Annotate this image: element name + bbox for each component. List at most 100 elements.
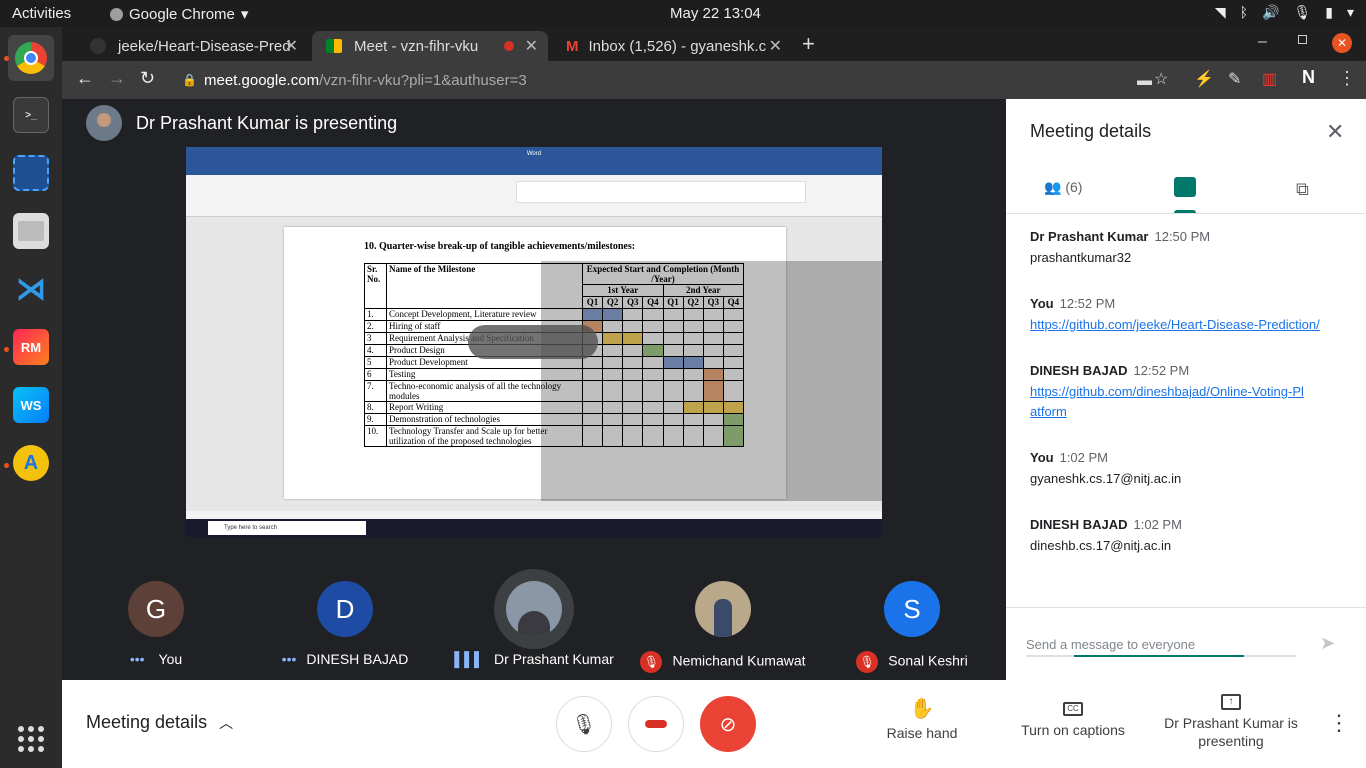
vscode-icon[interactable]: ⋊ [13,271,49,307]
audio-level-icon: ••• [129,651,145,667]
wifi-icon: ◥ [1214,4,1226,20]
browser-menu-icon[interactable]: ⋮ [1338,68,1356,89]
input-focus-underline [1074,655,1244,657]
android-studio-icon[interactable]: A [13,445,49,481]
hand-icon: ✋ [909,698,935,720]
reload-icon[interactable]: ↻ [140,68,155,89]
chat-link[interactable]: https://github.com/dineshbajad/Online-Vo… [1030,384,1304,419]
rubymine-icon[interactable]: RM [13,329,49,365]
close-tab-icon[interactable]: ✕ [769,36,782,56]
shapes-icon: ⧉ [1296,179,1309,199]
extension-icon[interactable]: ⚡ [1194,69,1214,89]
microphone-icon: 🎙 [571,713,597,736]
word-status-bar [186,511,882,519]
panel-title: Meeting details [1030,121,1152,141]
address-bar[interactable]: 🔒 meet.google.com/vzn-fihr-vku?pli=1&aut… [170,66,1180,94]
gmail-icon: M [566,37,579,55]
participant-tile[interactable]: D ••• DINESH BAJAD [255,569,435,679]
system-tray[interactable]: ◥ ᛒ 🔊 🎙 ▮ ▾ [1215,4,1354,21]
tab-activities[interactable]: ⧉ [1296,179,1309,200]
table-header: Sr. No. [364,263,387,309]
participant-strip: G ••• You D ••• DINESH BAJAD ▌▌▌ Dr Prashan… [62,569,1006,679]
forward-icon[interactable]: → [108,68,126,89]
clock[interactable]: May 22 13:04 [670,5,761,22]
camera-icon[interactable]: ▬ [1137,72,1152,89]
screenshot-toolbar[interactable] [468,325,598,359]
close-window-icon[interactable]: ✕ [1332,33,1352,53]
avatar: G [128,581,184,637]
camera-button[interactable]: ⊘ [700,696,756,752]
tab-meet[interactable]: Meet - vzn-fihr-vku ✕ [312,31,548,61]
muted-mic-icon: 🎙 [640,651,663,673]
chat-link[interactable]: https://github.com/jeeke/Heart-Disease-P… [1030,317,1320,332]
back-icon[interactable]: ← [76,68,94,89]
new-tab-icon[interactable]: + [802,31,815,57]
close-tab-icon[interactable]: ✕ [525,36,538,56]
screenshot-tool-icon[interactable] [13,155,49,191]
app-menu[interactable]: Google Chrome ▾ [110,5,248,23]
avatar [494,569,574,649]
minimize-icon[interactable]: – [1258,33,1267,51]
close-panel-icon[interactable]: ✕ [1326,119,1344,145]
activities-button[interactable]: Activities [12,5,71,22]
terminal-icon[interactable]: >_ [13,97,49,133]
avatar [695,581,751,637]
raise-hand-button[interactable]: ✋ Raise hand [874,696,970,741]
present-screen-icon: ↑ [1221,694,1241,710]
chat-message: You 1:02 PM gyaneshk.cs.17@nitj.ac.in [1030,450,1182,486]
tab-github[interactable]: jeeke/Heart-Disease-Pred ✕ [76,31,308,61]
screen-overlay [541,261,882,501]
word-title-bar: Word [186,147,882,161]
presenter-avatar [86,105,122,141]
captions-button[interactable]: CC Turn on captions [1012,696,1134,738]
camera-off-icon: ⊘ [719,713,737,736]
running-indicator [4,463,9,468]
show-applications-icon[interactable] [18,726,44,752]
webstorm-icon[interactable]: WS [13,387,49,423]
people-icon: 👥 [1044,179,1062,195]
send-icon[interactable]: ➤ [1320,633,1335,654]
leave-call-button[interactable] [628,696,684,752]
restore-icon[interactable] [1298,35,1307,44]
dock: >_ ⋊ RM WS A [0,27,62,768]
tab-chat[interactable] [1174,177,1196,202]
panel-divider [1006,213,1366,214]
files-icon[interactable] [13,213,49,249]
participant-tile[interactable]: S 🎙 Sonal Keshri [822,569,1002,679]
tab-gmail[interactable]: M Inbox (1,526) - gyaneshk.c ✕ [552,31,792,61]
github-icon [90,38,106,54]
profile-icon[interactable]: N [1302,67,1315,88]
participant-tile[interactable]: ▌▌▌ Dr Prashant Kumar [444,569,624,679]
microphone-button[interactable]: 🎙 [556,696,612,752]
more-options-icon[interactable]: ⋮ [1328,710,1350,736]
extension-icon[interactable]: ▥ [1262,69,1277,89]
meeting-details-toggle[interactable]: Meeting details ︿ [86,712,233,733]
shared-screen[interactable]: Word 10. Quarter-wise break-up of tangib… [186,147,882,537]
chat-input[interactable]: Send a message to everyone [1026,631,1296,657]
extension-icon[interactable]: ✎ [1228,69,1241,89]
presenter-banner: Dr Prashant Kumar is presenting [86,105,397,141]
chat-message: DINESH BAJAD 1:02 PM dineshb.cs.17@nitj.a… [1030,517,1182,553]
windows-taskbar: Type here to search [186,519,882,537]
browser-tab-bar: jeeke/Heart-Disease-Pred ✕ Meet - vzn-fi… [62,27,1366,61]
participant-tile[interactable]: G ••• You [66,569,246,679]
meet-icon [326,39,342,53]
audio-level-icon: ••• [281,651,297,667]
caret-down-icon: ▾ [240,6,249,23]
mic-icon: 🎙 [1293,4,1312,20]
meeting-controls: Meeting details ︿ 🎙 ⊘ ✋ Raise hand CC Tu… [62,680,1366,768]
presenting-button[interactable]: ↑ Dr Prashant Kumar is presenting [1162,694,1300,750]
power-menu-icon: ▾ [1346,4,1354,20]
bookmark-star-icon[interactable]: ☆ [1154,69,1168,89]
taskbar-search: Type here to search [208,521,366,535]
tab-people[interactable]: 👥 (6) [1044,179,1082,196]
volume-icon: 🔊 [1262,4,1280,20]
bluetooth-icon: ᛒ [1239,4,1249,20]
participant-tile[interactable]: 🎙 Nemichand Kumawat [633,569,813,679]
chrome-launcher-icon[interactable] [8,35,54,81]
meeting-details-panel: Meeting details ✕ 👥 (6) ⧉ Dr Prashant Ku… [1006,99,1366,680]
close-tab-icon[interactable]: ✕ [285,36,298,56]
battery-icon: ▮ [1325,4,1333,20]
running-indicator [4,347,9,352]
chat-message: DINESH BAJAD 12:52 PM https://github.com/… [1030,363,1304,419]
